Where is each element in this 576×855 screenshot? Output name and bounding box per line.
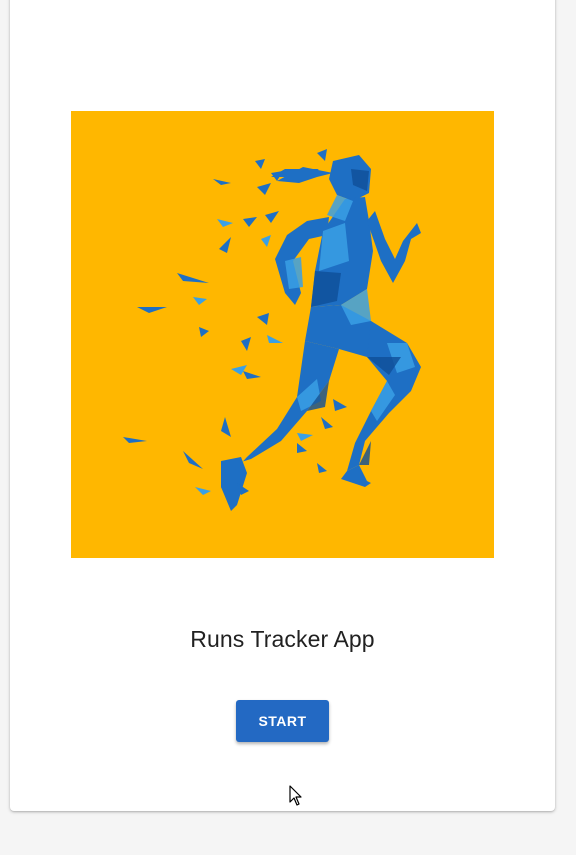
runner-illustration: [71, 111, 494, 558]
app-card: Runs Tracker App START: [10, 0, 555, 811]
mouse-cursor-icon: [289, 785, 302, 806]
start-button[interactable]: START: [236, 700, 329, 742]
app-title: Runs Tracker App: [190, 626, 375, 652]
runner-icon: [123, 149, 421, 511]
